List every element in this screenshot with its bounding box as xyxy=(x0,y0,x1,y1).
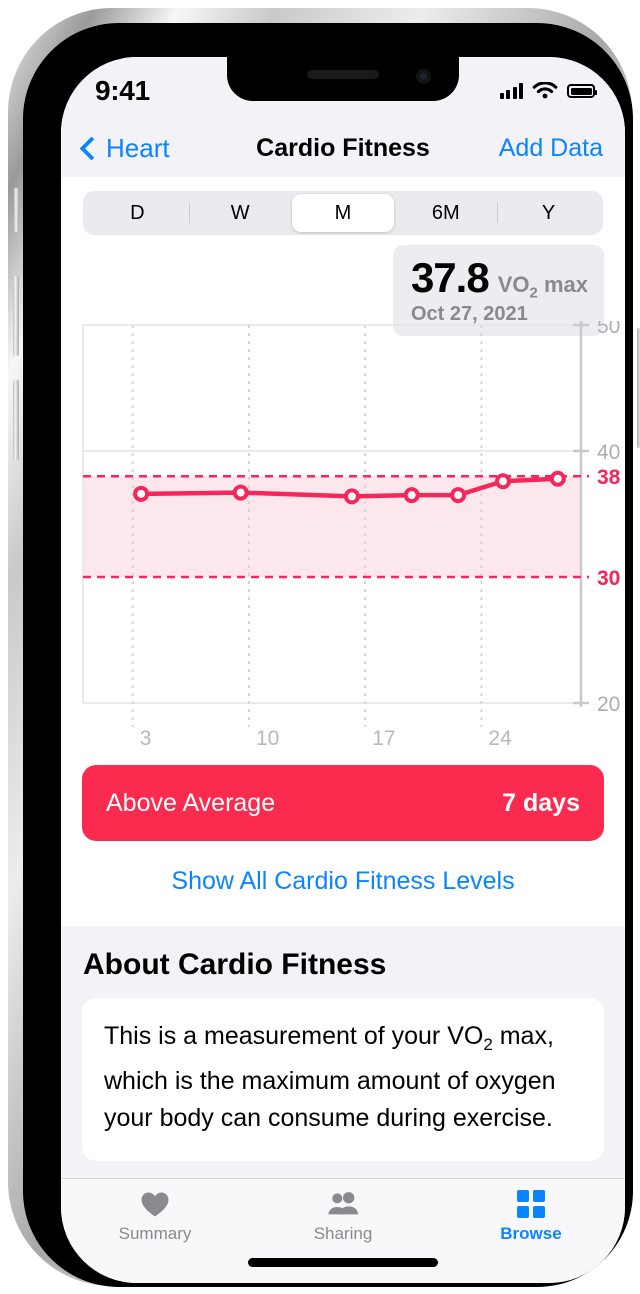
home-indicator[interactable] xyxy=(248,1258,438,1267)
about-body-part3: your body can consume during exercise. xyxy=(104,1104,553,1132)
chart-band xyxy=(83,476,581,577)
chart-svg: 203040503038 3 10 17 24 xyxy=(82,321,621,750)
wifi-icon xyxy=(532,81,558,98)
front-camera-icon xyxy=(416,69,431,84)
tab-summary-label: Summary xyxy=(118,1224,192,1243)
people-icon xyxy=(326,1189,360,1219)
range-option-6m[interactable]: 6M xyxy=(394,194,499,232)
svg-text:20: 20 xyxy=(597,693,620,716)
svg-text:17: 17 xyxy=(372,727,395,750)
current-value: 37.8 xyxy=(410,254,490,301)
unit-subscript: 2 xyxy=(529,284,538,302)
tab-summary[interactable]: Summary xyxy=(61,1189,249,1244)
phone-frame: 9:41 Heart Cardio Fitness Add Data D W M… xyxy=(8,8,640,1287)
silent-switch[interactable] xyxy=(14,188,19,232)
about-section: About Cardio Fitness This is a measureme… xyxy=(61,926,625,1161)
range-option-y-label: Y xyxy=(541,201,556,224)
range-segmented-control[interactable]: D W M 6M Y xyxy=(83,191,603,235)
tab-browse-label: Browse xyxy=(500,1224,562,1243)
phone-screen: 9:41 Heart Cardio Fitness Add Data D W M… xyxy=(61,57,625,1283)
battery-icon xyxy=(567,84,597,98)
svg-text:10: 10 xyxy=(256,727,279,750)
cardio-fitness-chart[interactable]: 20 30 40 50 30 38 3 10 17 24 xyxy=(61,321,625,751)
unit-suffix: max xyxy=(537,272,588,297)
tab-browse[interactable]: Browse xyxy=(437,1189,625,1244)
svg-text:3: 3 xyxy=(140,727,152,750)
about-body-subscript: 2 xyxy=(483,1035,493,1054)
tab-sharing-label: Sharing xyxy=(313,1224,373,1243)
range-option-w-label: W xyxy=(230,201,250,224)
cellular-bars-icon xyxy=(499,83,523,99)
main-content: D W M 6M Y 37.8 VO2 max Oct 27, 2021 20 … xyxy=(61,177,625,1161)
status-icons xyxy=(499,81,597,101)
back-button-label: Heart xyxy=(106,132,170,163)
range-option-m-label: M xyxy=(334,201,352,224)
value-callout-main: 37.8 VO2 max xyxy=(411,254,588,302)
about-body-part2: which is the maximum amount of oxygen xyxy=(104,1067,556,1095)
about-title: About Cardio Fitness xyxy=(83,948,387,981)
screenshot-root: 9:41 Heart Cardio Fitness Add Data D W M… xyxy=(0,0,640,1294)
value-callout-row: 37.8 VO2 max Oct 27, 2021 xyxy=(61,235,625,336)
range-option-w[interactable]: W xyxy=(189,194,292,232)
chart-x-labels: 3 10 17 24 xyxy=(140,727,512,750)
display-notch xyxy=(227,57,459,101)
chevron-left-icon xyxy=(79,135,104,161)
status-clock: 9:41 xyxy=(95,75,150,106)
about-card: This is a measurement of your VO2 max, w… xyxy=(82,998,604,1161)
svg-text:38: 38 xyxy=(597,466,621,489)
banner-label: Above Average xyxy=(106,788,276,817)
chart-y-labels: 203040503038 xyxy=(597,321,621,716)
volume-up-button[interactable] xyxy=(13,276,19,356)
show-all-levels-link[interactable]: Show All Cardio Fitness Levels xyxy=(61,841,625,926)
range-option-6m-label: 6M xyxy=(431,201,460,224)
range-option-m[interactable]: M xyxy=(291,194,395,232)
svg-text:30: 30 xyxy=(597,567,620,590)
above-average-banner[interactable]: Above Average 7 days xyxy=(82,765,604,841)
add-data-button[interactable]: Add Data xyxy=(499,134,603,163)
about-body: This is a measurement of your VO2 max, w… xyxy=(104,1018,582,1137)
svg-text:24: 24 xyxy=(488,727,512,750)
range-option-d-label: D xyxy=(130,201,145,224)
volume-down-button[interactable] xyxy=(13,380,19,460)
about-body-part1: This is a measurement of your VO xyxy=(104,1022,484,1050)
back-button[interactable]: Heart xyxy=(79,132,170,164)
earpiece-speaker xyxy=(307,70,379,79)
svg-text:50: 50 xyxy=(597,321,620,338)
grid-squares-icon xyxy=(514,1189,548,1219)
range-option-d[interactable]: D xyxy=(86,194,190,232)
range-selector-wrap: D W M 6M Y xyxy=(61,177,625,235)
about-body-part1b: max, xyxy=(492,1022,554,1050)
current-unit: VO2 max xyxy=(498,272,588,301)
navigation-bar: Heart Cardio Fitness Add Data xyxy=(61,119,625,177)
banner-value: 7 days xyxy=(502,788,580,817)
unit-prefix: VO xyxy=(497,272,530,297)
phone-body: 9:41 Heart Cardio Fitness Add Data D W M… xyxy=(23,23,633,1287)
svg-text:40: 40 xyxy=(597,441,620,464)
range-option-y[interactable]: Y xyxy=(497,194,600,232)
heart-icon xyxy=(138,1189,172,1219)
tab-sharing[interactable]: Sharing xyxy=(249,1189,437,1244)
tab-bar: Summary Sharing Browse xyxy=(61,1178,625,1283)
